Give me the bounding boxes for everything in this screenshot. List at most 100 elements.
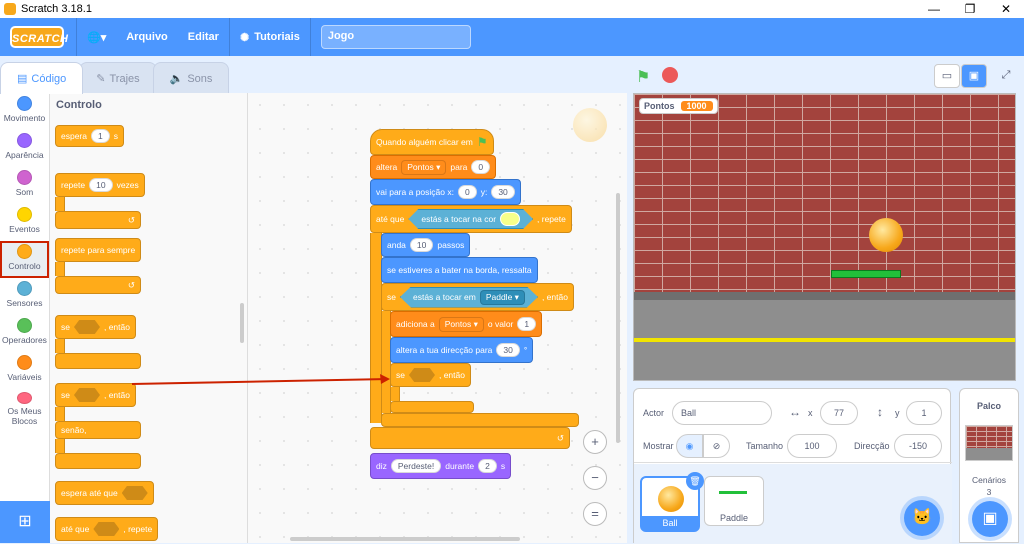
color-swatch[interactable] — [500, 212, 521, 226]
condition-slot[interactable] — [121, 486, 148, 500]
seconds-input[interactable]: 2 — [478, 459, 497, 473]
point-direction-block[interactable]: altera a tua direcção para 30 ° — [390, 337, 534, 363]
scratch-app-icon — [4, 3, 16, 15]
add-sprite-button[interactable]: 🐱 — [904, 500, 940, 536]
restore-button[interactable]: ❐ — [952, 0, 988, 18]
road-yellow-line — [634, 338, 1015, 342]
zoom-reset-button[interactable]: = — [583, 502, 607, 526]
if-touching-paddle-block[interactable]: se estás a tocar em Paddle ▾, então — [381, 283, 574, 311]
direction-input[interactable]: 30 — [496, 343, 520, 357]
goto-xy-block[interactable]: vai para a posição x: 0 y: 30 — [370, 179, 521, 205]
set-variable-block[interactable]: altera Pontos ▾ para 0 — [370, 155, 497, 179]
edit-menu[interactable]: Editar — [178, 18, 229, 56]
sprite-thumb-ball[interactable]: Ball 🗑 — [640, 472, 704, 532]
category-operators[interactable]: Operadores — [0, 315, 49, 352]
road-backdrop — [634, 292, 1015, 380]
tab-sounds[interactable]: 🔈 Sons — [152, 62, 230, 94]
condition-slot[interactable] — [73, 320, 100, 334]
condition-slot[interactable] — [73, 388, 100, 402]
tab-code-label: Código — [31, 72, 67, 85]
minimize-button[interactable]: — — [916, 0, 952, 18]
steps-input[interactable]: 10 — [409, 238, 434, 252]
wait-block[interactable]: espera 1 s — [55, 125, 124, 147]
stop-button[interactable] — [662, 67, 678, 83]
monitor-label: Pontos — [644, 101, 675, 111]
zoom-in-button[interactable]: + — [583, 430, 607, 454]
bounce-on-edge-block[interactable]: se estiveres a bater na borda, ressalta — [381, 257, 538, 283]
forever-block[interactable]: repete para sempre — [55, 238, 142, 262]
message-input[interactable]: Perdeste! — [390, 459, 442, 473]
x-input[interactable]: 0 — [457, 185, 477, 199]
paddle-sprite[interactable] — [831, 270, 901, 278]
category-menu: Movimento Aparência Som Eventos Controlo… — [0, 93, 50, 543]
category-control[interactable]: Controlo — [0, 241, 49, 278]
wait-input[interactable]: 1 — [91, 129, 110, 143]
language-menu[interactable]: 🌐▾ — [77, 18, 116, 56]
add-extension-button[interactable]: ⊞ — [0, 501, 50, 543]
move-steps-block[interactable]: anda 10 passos — [381, 233, 471, 257]
ball-sprite[interactable] — [869, 218, 903, 252]
show-sprite-button[interactable]: ◉ — [676, 434, 703, 458]
delete-sprite-icon[interactable]: 🗑 — [686, 472, 704, 490]
small-stage-button[interactable]: ▭ — [934, 64, 960, 88]
sprite-dropdown[interactable]: Paddle ▾ — [479, 289, 525, 305]
y-position-input[interactable]: 1 — [906, 401, 942, 425]
variable-dropdown[interactable]: Pontos ▾ — [438, 316, 484, 332]
project-title-input[interactable]: Jogo — [320, 25, 471, 49]
category-variables[interactable]: Variáveis — [0, 352, 49, 389]
tutorials-menu[interactable]: ✺ Tutoriais — [230, 18, 310, 56]
category-sound[interactable]: Som — [0, 167, 49, 204]
category-looks[interactable]: Aparência — [0, 130, 49, 167]
hide-sprite-button[interactable]: ⊘ — [703, 434, 730, 458]
normal-stage-button[interactable]: ▣ — [961, 64, 987, 88]
say-for-secs-block[interactable]: diz Perdeste! durante 2 s — [370, 453, 512, 479]
change-variable-block[interactable]: adiciona a Pontos ▾ o valor 1 — [390, 311, 543, 337]
close-button[interactable]: ✕ — [988, 0, 1024, 18]
workspace-scrollbar[interactable] — [616, 193, 620, 443]
inner-if-block[interactable]: se , então — [390, 363, 471, 387]
value-input[interactable]: 1 — [517, 317, 537, 331]
scratch-logo[interactable]: SCRATCH — [10, 26, 68, 48]
workspace-hscrollbar[interactable] — [290, 537, 520, 541]
repeat-input[interactable]: 10 — [89, 178, 113, 192]
direction-input[interactable]: -150 — [894, 434, 942, 458]
zoom-out-button[interactable]: − — [583, 466, 607, 490]
file-menu[interactable]: Arquivo — [116, 18, 178, 56]
repeat-block[interactable]: repete 10 vezes — [55, 173, 145, 197]
stage-selector[interactable]: Palco Cenários 3 ▣ — [959, 388, 1019, 543]
wait-until-block[interactable]: espera até que — [55, 481, 154, 505]
road-curb — [634, 292, 1015, 300]
add-backdrop-button[interactable]: ▣ — [972, 501, 1008, 537]
tab-costumes[interactable]: ✎ Trajes — [79, 62, 157, 94]
sprite-thumb-paddle[interactable]: Paddle — [704, 476, 764, 526]
block-text: y: — [480, 187, 488, 197]
category-label: Aparência — [5, 150, 44, 160]
value-input[interactable]: 0 — [471, 160, 491, 174]
if-else-block[interactable]: se , então — [55, 383, 136, 407]
palette-scrollbar[interactable] — [240, 303, 244, 343]
repeat-until-block[interactable]: até que estás a tocar na cor , repete — [370, 205, 572, 233]
green-flag-button[interactable]: ⚑ — [636, 67, 650, 87]
fullscreen-button[interactable]: ⤢ — [993, 64, 1019, 88]
if-then-block[interactable]: se , então — [55, 315, 136, 339]
category-events[interactable]: Eventos — [0, 204, 49, 241]
variable-dropdown[interactable]: Pontos ▾ — [401, 159, 447, 175]
y-input[interactable]: 30 — [491, 185, 515, 199]
tab-code[interactable]: ▤ Código — [0, 62, 84, 94]
backdrops-label: Cenários — [971, 475, 1007, 485]
condition-slot[interactable] — [93, 522, 120, 536]
touching-sprite-block[interactable]: estás a tocar em Paddle ▾ — [399, 286, 538, 308]
touching-color-block[interactable]: estás a tocar na cor — [408, 209, 534, 229]
category-motion[interactable]: Movimento — [0, 93, 49, 130]
script-workspace[interactable]: Quando alguém clicar em ⚑ altera Pontos ▾ p… — [248, 93, 627, 543]
repeat-block-arm — [55, 197, 65, 211]
condition-slot[interactable] — [408, 368, 435, 382]
stage-canvas[interactable]: Pontos 1000 — [633, 93, 1016, 381]
repeat-until-block[interactable]: até que , repete — [55, 517, 159, 541]
size-input[interactable]: 100 — [787, 434, 837, 458]
category-my-blocks[interactable]: Os Meus Blocos — [0, 389, 49, 426]
x-position-input[interactable]: 77 — [820, 401, 858, 425]
sprite-name-input[interactable]: Ball — [672, 401, 772, 425]
when-flag-clicked-hat[interactable]: Quando alguém clicar em ⚑ — [370, 129, 494, 155]
category-sensing[interactable]: Sensores — [0, 278, 49, 315]
